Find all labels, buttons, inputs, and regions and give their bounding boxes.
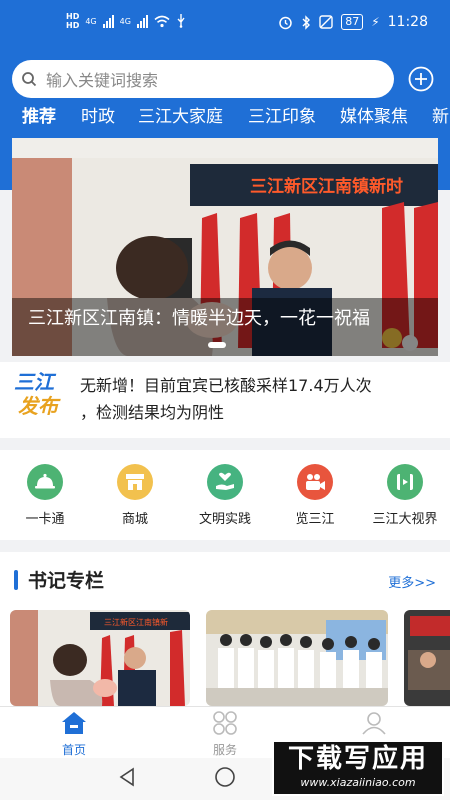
column-card-photo xyxy=(206,610,388,706)
tab-sanjiang-family[interactable]: 三江大家庭 xyxy=(138,104,223,130)
clock-time: 11:28 xyxy=(387,14,428,30)
signal-icon-2 xyxy=(136,14,148,28)
network-4g-label: 4G xyxy=(85,16,97,26)
bluetooth-icon xyxy=(302,14,311,30)
news-banner[interactable]: 三江新区江南镇新时 三江新区江南镇：情暖半边天，一花一祝福 xyxy=(12,138,438,356)
sanjiang-fabu-logo: 三江 发布 xyxy=(14,370,58,418)
shop-icon xyxy=(117,464,153,500)
wifi-icon xyxy=(154,15,170,27)
service-label: 览三江 xyxy=(295,512,335,527)
service-civilization-practice[interactable]: 文明实践 xyxy=(180,464,270,527)
heart-hand-icon xyxy=(207,464,243,500)
home-icon xyxy=(62,712,86,734)
service-yikatong[interactable]: 一卡通 xyxy=(0,464,90,527)
grid-icon xyxy=(213,711,237,735)
more-link[interactable]: 更多>> xyxy=(388,572,436,591)
back-icon[interactable] xyxy=(118,767,138,787)
hd-badges: HD HD xyxy=(66,12,79,30)
user-icon xyxy=(362,712,386,735)
search-placeholder: 输入关键词搜索 xyxy=(46,71,159,90)
home-circle-icon[interactable] xyxy=(214,766,236,788)
svg-text:三江新区江南镇新时: 三江新区江南镇新时 xyxy=(250,176,403,197)
service-grid: 一卡通 商城 文明实践 览三江 三江大视界 xyxy=(0,450,450,540)
ticker-line-1: 无新增！目前宜宾已核酸采样17.4万人次 xyxy=(80,376,372,395)
cloche-icon xyxy=(27,464,63,500)
tab-sanjiang-impression[interactable]: 三江印象 xyxy=(248,104,316,130)
section-title: 书记专栏 xyxy=(28,570,105,592)
mute-icon xyxy=(319,15,333,29)
news-ticker[interactable]: 三江 发布 无新增！目前宜宾已核酸采样17.4万人次 ，检测结果均为阴性 xyxy=(0,362,450,438)
search-input[interactable]: 输入关键词搜索 xyxy=(12,60,394,98)
column-card[interactable]: 三江新区江南镇新 xyxy=(10,610,190,706)
nav-service-label: 服务 xyxy=(212,743,237,757)
nav-service[interactable]: 服务 xyxy=(185,711,265,758)
watermark-url: www.xiazaiiniao.com xyxy=(300,776,416,789)
watermark-logo: 下载写应用 www.xiazaiiniao.com xyxy=(272,740,444,796)
status-right: 87 ⚡ 11:28 xyxy=(278,14,428,30)
nav-home-label: 首页 xyxy=(61,743,86,757)
alarm-icon xyxy=(279,16,292,29)
tab-more-partial[interactable]: 新 xyxy=(432,104,449,130)
nav-home[interactable]: 首页 xyxy=(34,711,114,758)
video-camera-icon xyxy=(297,464,333,500)
service-label: 三江大视界 xyxy=(372,512,438,527)
usb-icon xyxy=(177,14,185,28)
column-card[interactable] xyxy=(206,610,388,706)
section-accent-bar xyxy=(14,570,18,590)
watermark-main-text: 下载写应用 xyxy=(287,744,428,774)
status-bar: HD HD 4G 4G 87 ⚡ 11:28 xyxy=(0,0,450,46)
ticker-line-2: ，检测结果均为阴性 xyxy=(80,403,225,422)
column-card-photo xyxy=(404,610,450,706)
svg-text:三江新区江南镇新: 三江新区江南镇新 xyxy=(104,617,168,627)
tab-politics[interactable]: 时政 xyxy=(81,104,115,130)
tab-recommend[interactable]: 推荐 xyxy=(22,104,56,130)
secretary-column-section: 书记专栏 更多>> 三江新区江南镇新 xyxy=(0,552,450,712)
banner-caption: 三江新区江南镇：情暖半边天，一花一祝福 xyxy=(28,308,370,329)
hd-label-1: HD xyxy=(66,12,80,21)
charging-icon: ⚡ xyxy=(371,15,380,29)
service-label: 商城 xyxy=(121,512,148,527)
banner-page-indicator xyxy=(208,342,226,348)
tab-media-focus[interactable]: 媒体聚焦 xyxy=(340,104,408,130)
service-label: 一卡通 xyxy=(25,512,65,527)
category-tabs: 推荐 时政 三江大家庭 三江印象 媒体聚焦 新 xyxy=(0,104,450,132)
ticker-headline: 无新增！目前宜宾已核酸采样17.4万人次 ，检测结果均为阴性 xyxy=(80,372,440,426)
signal-group: HD HD 4G 4G xyxy=(66,12,186,30)
hd-label-2: HD xyxy=(66,21,80,30)
service-mall[interactable]: 商城 xyxy=(90,464,180,527)
column-card-partial[interactable] xyxy=(404,610,450,706)
signal-icon xyxy=(102,14,114,28)
service-sanjiang-vision[interactable]: 三江大视界 xyxy=(360,464,450,527)
column-card-photo: 三江新区江南镇新 xyxy=(10,610,190,706)
battery-indicator: 87 xyxy=(341,14,364,30)
network-4g-label-2: 4G xyxy=(119,16,131,26)
service-view-sanjiang[interactable]: 览三江 xyxy=(270,464,360,527)
search-icon xyxy=(12,71,46,87)
service-label: 文明实践 xyxy=(198,512,251,527)
film-icon xyxy=(387,464,423,500)
add-channel-icon[interactable] xyxy=(408,66,434,92)
